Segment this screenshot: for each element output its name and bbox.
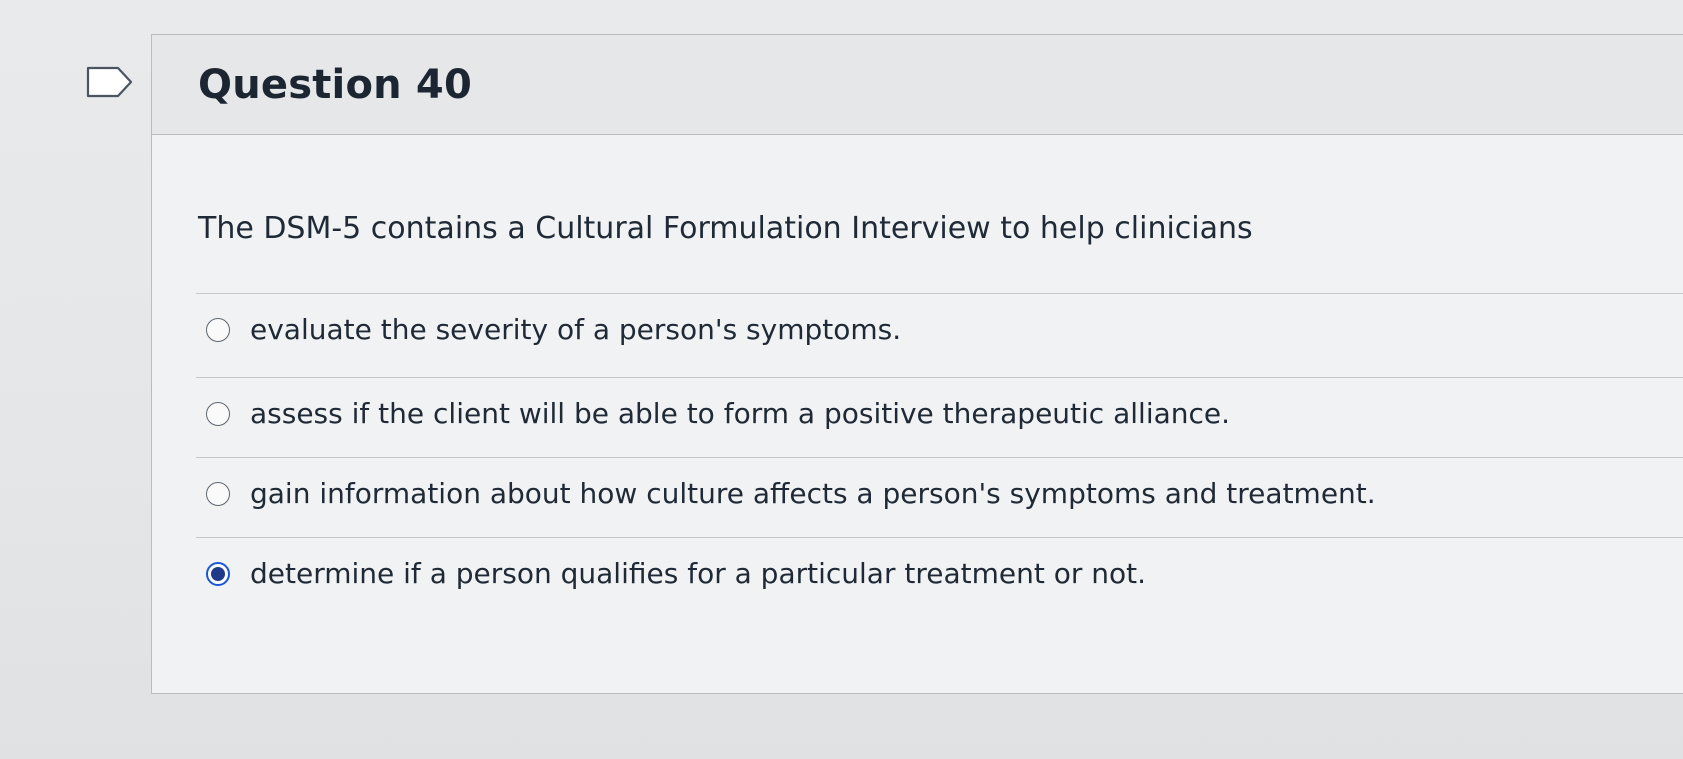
divider [196,457,1683,458]
answer-option-label: gain information about how culture affec… [250,477,1376,510]
question-header: Question 40 [152,35,1683,135]
answer-option-label: determine if a person qualifies for a pa… [250,557,1147,590]
answer-option-1[interactable]: evaluate the severity of a person's symp… [206,313,901,346]
answer-option-label: evaluate the severity of a person's symp… [250,313,902,346]
divider [196,293,1683,294]
question-title: Question 40 [198,61,472,108]
divider [196,537,1683,538]
question-card: Question 40 The DSM-5 contains a Cultura… [151,34,1683,694]
radio-button[interactable] [206,401,230,426]
answer-option-2[interactable]: assess if the client will be able to for… [206,397,1230,430]
divider [196,377,1683,378]
answer-option-label: assess if the client will be able to for… [250,397,1231,430]
radio-button[interactable] [206,481,230,506]
radio-button-selected[interactable] [206,561,230,586]
flag-icon[interactable] [86,66,134,98]
answer-option-3[interactable]: gain information about how culture affec… [206,477,1376,510]
answer-option-4[interactable]: determine if a person qualifies for a pa… [206,557,1146,590]
question-prompt: The DSM-5 contains a Cultural Formulatio… [198,211,1253,246]
radio-button[interactable] [206,317,230,342]
